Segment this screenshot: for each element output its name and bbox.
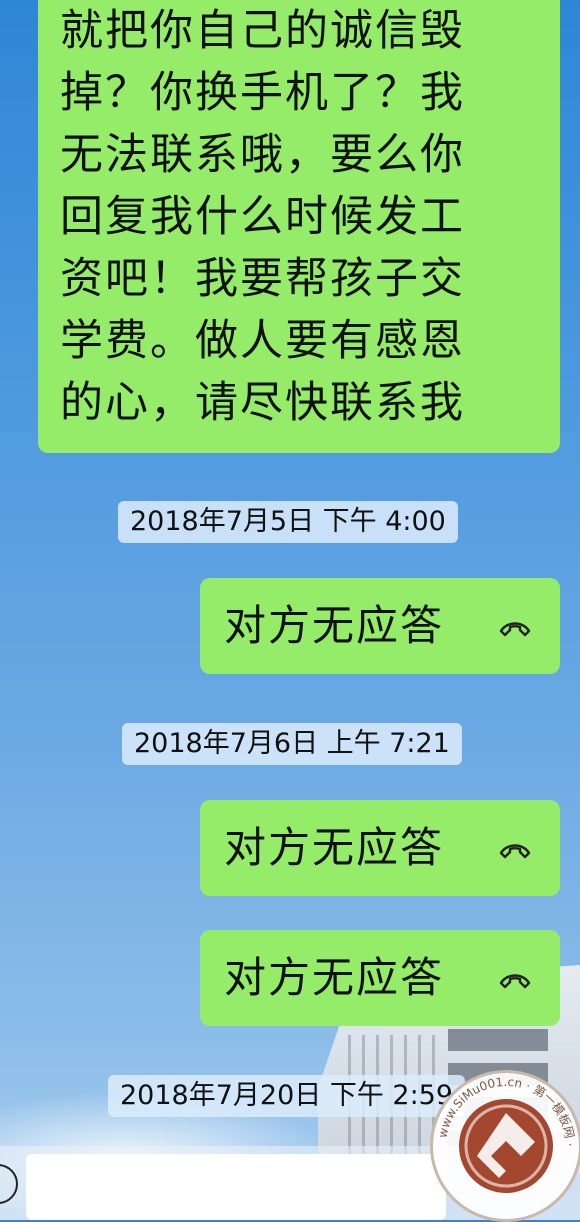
phone-hangup-icon xyxy=(499,844,531,859)
message-line: 的心，请尽快联系我 xyxy=(60,378,465,428)
message-bubble-sent[interactable]: 就把你自己的诚信毁 掉？你换手机了？我 无法联系哦，要么你 回复我什么时候发工 … xyxy=(38,0,560,453)
timestamp-chip: 2018年7月20日 下午 2:59 xyxy=(108,1075,466,1117)
voice-input-icon[interactable] xyxy=(0,1164,18,1204)
call-record-bubble[interactable]: 对方无应答 xyxy=(200,578,560,674)
svg-text:www.SiMu001.cn · 第一模板网 ·: www.SiMu001.cn · 第一模板网 · xyxy=(436,1075,578,1147)
message-line: 就把你自己的诚信毁 xyxy=(60,6,465,56)
message-text: 就把你自己的诚信毁 掉？你换手机了？我 无法联系哦，要么你 回复我什么时候发工 … xyxy=(60,0,530,434)
phone-hangup-icon xyxy=(499,622,531,637)
watermark-text: www.SiMu001.cn · 第一模板网 · xyxy=(436,1075,578,1147)
call-record-bubble[interactable]: 对方无应答 xyxy=(200,930,560,1026)
call-status-label: 对方无应答 xyxy=(224,601,445,650)
message-line: 回复我什么时候发工 xyxy=(60,192,465,242)
call-status-label: 对方无应答 xyxy=(224,953,445,1002)
site-watermark-logo: www.SiMu001.cn · 第一模板网 · xyxy=(430,1070,580,1222)
call-record-bubble[interactable]: 对方无应答 xyxy=(200,800,560,896)
timestamp-chip: 2018年7月6日 上午 7:21 xyxy=(122,723,462,765)
message-line: 学费。做人要有感恩 xyxy=(60,316,465,366)
message-input[interactable] xyxy=(26,1154,446,1220)
message-line: 无法联系哦，要么你 xyxy=(60,130,465,180)
phone-hangup-icon xyxy=(499,974,531,989)
call-status-label: 对方无应答 xyxy=(224,823,445,872)
timestamp-chip: 2018年7月5日 下午 4:00 xyxy=(118,501,458,543)
message-line: 资吧！我要帮孩子交 xyxy=(60,254,465,304)
message-line: 掉？你换手机了？我 xyxy=(60,68,465,118)
